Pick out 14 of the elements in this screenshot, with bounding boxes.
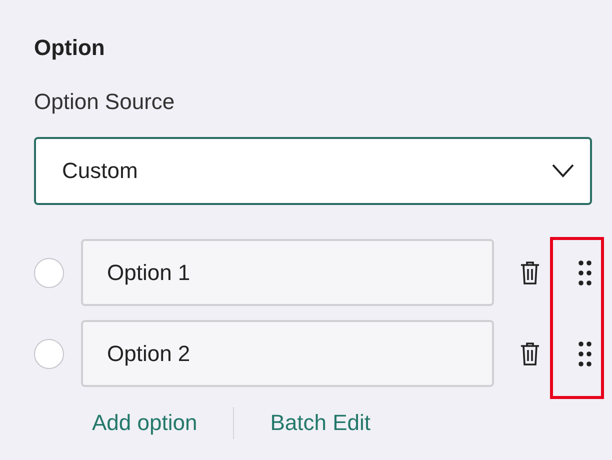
- trash-icon[interactable]: [520, 342, 540, 366]
- radio-button[interactable]: [34, 258, 64, 288]
- source-dropdown[interactable]: Custom: [34, 137, 592, 205]
- field-label: Option Source: [34, 88, 176, 116]
- drag-handle-icon[interactable]: [578, 340, 592, 366]
- option-input[interactable]: Option 2: [81, 320, 494, 387]
- action-link[interactable]: Batch Edit: [270, 410, 370, 436]
- section-title: Option: [34, 34, 106, 62]
- action-link[interactable]: Add option: [92, 410, 198, 436]
- trash-icon[interactable]: [520, 260, 540, 284]
- drag-handle-icon[interactable]: [578, 260, 592, 286]
- chevron-down-icon: [552, 164, 574, 178]
- radio-button[interactable]: [34, 338, 64, 368]
- option-input[interactable]: Option 1: [81, 239, 494, 306]
